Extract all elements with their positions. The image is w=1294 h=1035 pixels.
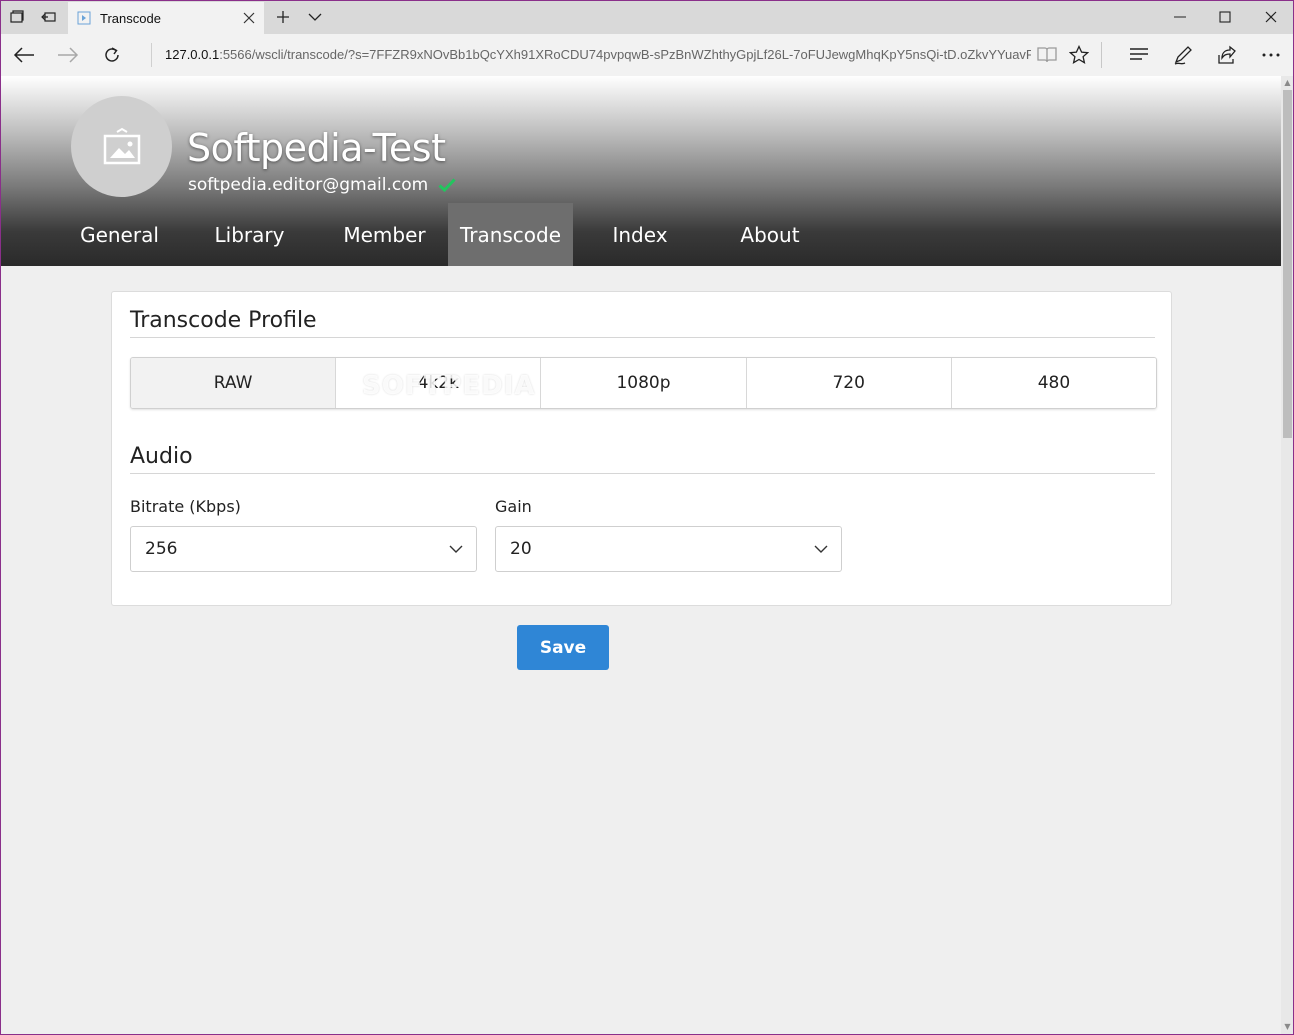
close-window-icon[interactable]	[1248, 1, 1293, 33]
bitrate-label: Bitrate (Kbps)	[130, 497, 241, 516]
transcode-profile-title: Transcode Profile	[130, 308, 1155, 338]
address-bar: 127.0.0.1:5566/wscli/transcode/?s=7FFZR9…	[1, 34, 1293, 76]
transcode-profile-selector: RAW 4k2k 1080p 720 480	[130, 357, 1157, 409]
new-tab-icon[interactable]	[273, 7, 293, 27]
set-aside-tabs-icon[interactable]	[39, 7, 59, 27]
avatar[interactable]	[71, 96, 172, 197]
maximize-icon[interactable]	[1202, 1, 1248, 33]
profile-option-720[interactable]: 720	[746, 358, 952, 408]
chevron-down-icon	[448, 541, 464, 562]
favorite-star-icon[interactable]	[1066, 42, 1092, 68]
chevron-down-icon[interactable]	[305, 7, 325, 27]
scroll-up-icon[interactable]: ▲	[1283, 78, 1292, 88]
reading-view-icon[interactable]	[1034, 42, 1060, 68]
nav-index[interactable]: Index	[573, 203, 707, 266]
minimize-icon[interactable]	[1157, 1, 1203, 33]
audio-section-title: Audio	[130, 444, 1155, 474]
hub-icon[interactable]	[1126, 42, 1152, 68]
chevron-down-icon	[813, 541, 829, 562]
page-viewport: Softpedia-Test softpedia.editor@gmail.co…	[1, 76, 1281, 1034]
profile-option-4k2k[interactable]: 4k2k	[336, 358, 542, 408]
gain-label: Gain	[495, 497, 532, 516]
nav-member[interactable]: Member	[321, 203, 448, 266]
nav-library[interactable]: Library	[178, 203, 321, 266]
nav-about[interactable]: About	[707, 203, 833, 266]
bitrate-value: 256	[145, 539, 178, 559]
profile-name: Softpedia-Test	[187, 126, 446, 170]
save-button[interactable]: Save	[517, 625, 609, 670]
vertical-scrollbar[interactable]: ▲ ▼	[1281, 76, 1293, 1034]
forward-arrow-icon[interactable]	[55, 42, 81, 68]
refresh-icon[interactable]	[99, 42, 125, 68]
profile-option-1080p[interactable]: 1080p	[541, 358, 747, 408]
more-options-icon[interactable]	[1258, 42, 1284, 68]
web-note-icon[interactable]	[1170, 42, 1196, 68]
nav-general[interactable]: General	[61, 203, 178, 266]
nav-transcode[interactable]: Transcode	[448, 203, 573, 266]
verified-check-icon	[438, 178, 456, 192]
browser-window: Transcode 127.0.0.1:5566/wscli/transcode…	[0, 0, 1294, 1035]
page-icon	[76, 10, 92, 26]
transcode-settings-card: Transcode Profile RAW 4k2k 1080p 720 480…	[111, 291, 1172, 606]
url-field[interactable]: 127.0.0.1:5566/wscli/transcode/?s=7FFZR9…	[151, 43, 1031, 67]
url-host: 127.0.0.1	[165, 47, 220, 62]
share-icon[interactable]	[1214, 42, 1240, 68]
profile-option-480[interactable]: 480	[951, 358, 1156, 408]
profile-email-row: softpedia.editor@gmail.com	[188, 175, 456, 195]
tab-title: Transcode	[100, 10, 161, 26]
image-placeholder-icon	[103, 127, 140, 164]
main-nav: General Library Member Transcode Index A…	[61, 203, 833, 266]
profile-option-raw[interactable]: RAW	[131, 358, 337, 408]
scroll-down-icon[interactable]: ▼	[1283, 1022, 1292, 1032]
back-arrow-icon[interactable]	[11, 42, 37, 68]
gain-value: 20	[510, 539, 532, 559]
gain-select[interactable]: 20	[495, 526, 842, 572]
bitrate-select[interactable]: 256	[130, 526, 477, 572]
profile-email: softpedia.editor@gmail.com	[188, 175, 429, 195]
close-tab-icon[interactable]	[240, 9, 258, 27]
url-path: :5566/wscli/transcode/?s=7FFZR9xNOvBb1bQ…	[219, 47, 1031, 62]
profile-header: Softpedia-Test softpedia.editor@gmail.co…	[1, 76, 1281, 266]
title-bar: Transcode	[1, 1, 1293, 34]
browser-tab[interactable]: Transcode	[68, 2, 264, 34]
tab-manager-icon[interactable]	[7, 7, 27, 27]
scroll-thumb[interactable]	[1283, 90, 1292, 438]
